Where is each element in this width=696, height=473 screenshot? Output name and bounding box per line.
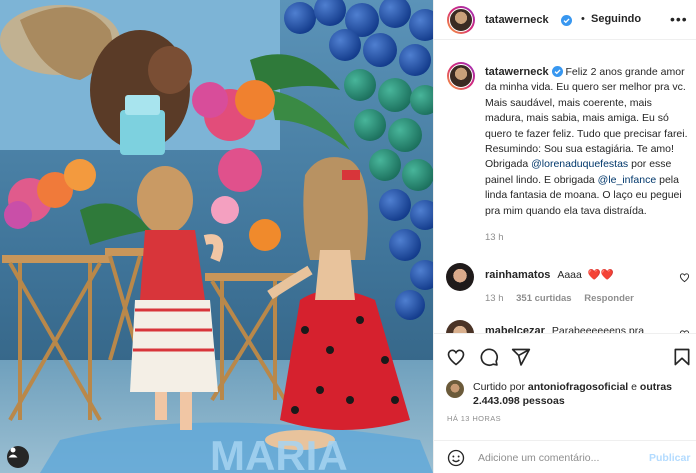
post-timestamp[interactable]: HÁ 13 HORAS <box>447 414 501 423</box>
liked-middle: e <box>631 381 637 393</box>
photo-banner-text: MARIA <box>210 432 348 473</box>
comment-text: mabelcezar Parabeeeeeens pra <box>485 325 644 333</box>
caption-mention-le-infance[interactable]: @le_infance <box>598 174 657 186</box>
caption-text: tatawerneck Feliz 2 anos grande amor da … <box>485 65 691 219</box>
author-username[interactable]: tatawerneck <box>485 14 549 26</box>
comments-list[interactable]: tatawerneck Feliz 2 anos grande amor da … <box>434 41 696 333</box>
commenter-avatar[interactable] <box>446 320 474 333</box>
comment-text: rainhamatos Aaaa ❤️❤️ <box>485 268 614 281</box>
commenter-username[interactable]: rainhamatos <box>485 269 550 281</box>
comment-body: Aaaa <box>557 269 582 281</box>
liked-prefix: Curtido por <box>473 381 525 393</box>
caption-mention-lorenaduquefestas[interactable]: @lorenaduquefestas <box>531 158 628 170</box>
comment-icon[interactable] <box>479 347 499 367</box>
liked-by-text: Curtido por antoniofragosoficial e outra… <box>473 380 693 408</box>
heart-icon[interactable] <box>679 272 690 283</box>
caption-timestamp[interactable]: 13 h <box>485 232 504 243</box>
reply-button[interactable]: Responder <box>584 293 634 304</box>
comment-body: Parabeeeeeens pra <box>551 325 645 333</box>
liker-avatar[interactable] <box>446 380 464 398</box>
more-options-button[interactable]: ••• <box>670 11 688 27</box>
following-button[interactable]: Seguindo <box>591 13 641 25</box>
photo-scene: MARIA <box>0 0 433 473</box>
caption-author-avatar[interactable] <box>447 62 475 90</box>
verified-badge-icon <box>551 66 563 77</box>
bookmark-icon[interactable] <box>672 347 692 367</box>
user-tag-button[interactable] <box>7 446 29 468</box>
smiley-icon[interactable] <box>447 449 465 467</box>
caption-username[interactable]: tatawerneck <box>485 66 549 78</box>
liker-username[interactable]: antoniofragosoficial <box>528 381 628 393</box>
post-actions-bar <box>434 333 696 381</box>
post-header: tatawerneck • Seguindo ••• <box>434 0 696 40</box>
person-icon <box>8 447 18 458</box>
liked-by: Curtido por antoniofragosoficial e outra… <box>446 378 691 410</box>
post-photo[interactable]: MARIA <box>0 0 433 473</box>
comment-item: mabelcezar Parabeeeeeens pra <box>434 320 696 333</box>
caption-body-1: Feliz 2 anos grande amor da minha vida. … <box>485 66 688 171</box>
comment-likes[interactable]: 351 curtidas <box>516 293 571 304</box>
comment-meta: 13 h 351 curtidas Responder <box>485 293 644 304</box>
author-avatar[interactable] <box>447 6 475 34</box>
commenter-avatar[interactable] <box>446 263 474 291</box>
comment-input[interactable] <box>478 449 638 467</box>
post-details-panel: tatawerneck • Seguindo ••• tatawerneck F… <box>433 0 696 473</box>
header-separator: • <box>581 13 585 25</box>
heart-emoji: ❤️❤️ <box>587 269 614 281</box>
add-comment-form: Publicar <box>434 440 696 473</box>
publish-button[interactable]: Publicar <box>649 452 690 464</box>
heart-icon[interactable] <box>446 347 466 367</box>
paper-plane-icon[interactable] <box>511 347 531 367</box>
verified-badge-icon <box>561 15 572 26</box>
comment-timestamp[interactable]: 13 h <box>485 293 504 304</box>
commenter-username[interactable]: mabelcezar <box>485 325 545 333</box>
comment-item: rainhamatos Aaaa ❤️❤️ 13 h 351 curtidas … <box>434 263 696 313</box>
